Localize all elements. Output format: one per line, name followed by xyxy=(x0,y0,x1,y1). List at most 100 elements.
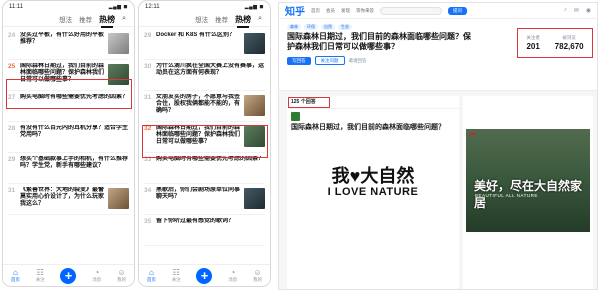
tab-label: 我的 xyxy=(253,277,263,282)
stat-followers: 关注者 201 xyxy=(526,35,540,51)
avatar-icon[interactable]: ◉ xyxy=(586,7,591,14)
rank-number: 29 xyxy=(8,156,16,163)
answer-paragraph xyxy=(466,236,590,288)
answer-paragraph xyxy=(466,99,590,126)
list-item[interactable]: 34 黑歌后，你们会剧场原单位同事聊天吗？ xyxy=(144,184,265,215)
forest-photo: 美好，尽在大自然家居 BEAUTIFUL ALL NATURE xyxy=(466,129,590,232)
item-title: 留下你听过最有感觉的歌词？ xyxy=(156,218,235,224)
bottom-tab-bar: ⌂ 首页 ☷ 关注 + ◔ 消息 ☺ 我的 xyxy=(139,264,270,286)
message-icon[interactable]: ✉ xyxy=(574,7,579,14)
photo-subtitle: BEAUTIFUL ALL NATURE xyxy=(475,193,538,198)
promo-image: 我♥大自然 I LOVE NATURE xyxy=(287,138,459,226)
item-title: 没买过平板，有什么好用的平板推荐？ xyxy=(20,32,105,46)
signal-icon: ▂▄▆ ◼ xyxy=(244,3,264,10)
list-item[interactable]: 29 Docker 和 K8S 有什么区别？ xyxy=(144,29,265,60)
item-title: 黑歌后，你们会剧场原单位同事聊天吗？ xyxy=(156,187,241,201)
user-icon: ☺ xyxy=(253,268,262,277)
rank-number: 34 xyxy=(144,187,152,194)
bell-icon[interactable]: ♪ xyxy=(564,7,567,14)
nav-discover[interactable]: 发现 xyxy=(341,8,350,14)
rank-number: 24 xyxy=(8,32,16,39)
tab-messages[interactable]: ◔ 消息 xyxy=(228,268,237,283)
tab-home[interactable]: ⌂ 首页 xyxy=(11,268,20,283)
rank-number: 31 xyxy=(144,94,152,101)
list-item[interactable]: 28 有没有什么百元内的耳机分享？适合学生党用吗？ xyxy=(8,122,129,153)
phone-screen-right: 12:11 ▂▄▆ ◼ 想法 推荐 热榜 ⌕ 29 Docker 和 K8S 有… xyxy=(138,0,271,287)
item-thumbnail xyxy=(108,188,129,209)
top-nav: 想法 推荐 热榜 ⌕ xyxy=(139,12,270,28)
status-bar: 11:11 ▂▄▆ ◼ xyxy=(3,1,134,12)
item-thumbnail xyxy=(244,95,265,116)
nav-waiting[interactable]: 等你来答 xyxy=(356,8,374,14)
tab-hot[interactable]: 热榜 xyxy=(235,14,251,28)
rank-number: 32 xyxy=(144,125,152,132)
item-thumbnail xyxy=(244,188,265,209)
stat-value: 782,670 xyxy=(554,42,584,51)
bell-icon: ◔ xyxy=(230,268,236,277)
tab-recommend[interactable]: 推荐 xyxy=(79,14,92,24)
item-title: 为什么滴川疯在全国大赛上没有赛事，运动员在这方面有何表现？ xyxy=(156,63,265,77)
list-item[interactable]: 24 没买过平板，有什么好用的平板推荐？ xyxy=(8,29,129,60)
item-title: 《繁善世界：大地的裂变》最警莫实用心价设计了，为什么玩家我这么？ xyxy=(20,187,105,208)
list-item[interactable]: 25 国际森林日期过，我们目前的森林面临哪些问题？保护森林我们日常可以做哪些事？ xyxy=(8,60,129,91)
nav-home[interactable]: 首页 xyxy=(311,8,320,14)
tab-follow[interactable]: ☷ 关注 xyxy=(172,268,181,283)
site-logo[interactable]: 知乎 xyxy=(285,3,305,18)
list-item[interactable]: 32 国际森林日期过，我们目前的森林面临哪些问题？保护森林我们日常可以做哪些事？ xyxy=(144,122,265,153)
status-bar: 12:11 ▂▄▆ ◼ xyxy=(139,1,270,12)
tab-ideas[interactable]: 想法 xyxy=(59,14,72,24)
follow-icon: ☷ xyxy=(36,268,44,277)
answer-list: 125 个回答 国际森林日期过，我们目前的森林面临哪些问题？ 我♥大自然 I L… xyxy=(287,96,459,289)
invite-button[interactable]: 邀请回答 xyxy=(349,58,367,64)
tab-recommend[interactable]: 推荐 xyxy=(215,14,228,24)
list-item[interactable]: 31 女朋友买的房子，不愿意与我签合住，股权我俩都能不能的，有确吗？ xyxy=(144,91,265,122)
list-item[interactable]: 35 留下你听过最有感觉的歌词？ xyxy=(144,215,265,246)
stat-value: 201 xyxy=(526,42,540,51)
status-time: 12:11 xyxy=(145,3,160,10)
phone-screen-left: 11:11 ▂▄▆ ◼ 想法 推荐 热榜 ⌕ 24 没买过平板，有什么好用的平板… xyxy=(2,0,135,287)
list-item[interactable]: 33 购买电脑时有哪些需要优先考虑的因素？ xyxy=(144,153,265,184)
search-input[interactable] xyxy=(380,6,442,15)
topic-tag[interactable]: 环保 xyxy=(304,24,318,30)
tab-follow[interactable]: ☷ 关注 xyxy=(36,268,45,283)
promo-slogan: 我♥大自然 xyxy=(331,166,415,186)
list-item[interactable]: 29 想买个基础款事上手的相机，有什么推荐吗？学生党，新手有哪些建议？ xyxy=(8,153,129,184)
promo-english: I LOVE NATURE xyxy=(327,186,419,198)
topic-tag[interactable]: 生态 xyxy=(338,24,352,30)
rank-number: 25 xyxy=(8,63,16,70)
topic-tag[interactable]: 森林 xyxy=(287,24,301,30)
topic-tag[interactable]: 自然 xyxy=(321,24,335,30)
tab-hot[interactable]: 热榜 xyxy=(99,14,115,28)
avatar[interactable] xyxy=(291,112,300,121)
top-nav: 想法 推荐 热榜 ⌕ xyxy=(3,12,134,28)
item-title: 有没有什么百元内的耳机分享？适合学生党用吗？ xyxy=(20,125,129,139)
tab-home[interactable]: ⌂ 首页 xyxy=(147,268,156,283)
create-button[interactable]: + xyxy=(196,267,213,284)
list-item[interactable]: 31 《繁善世界：大地的裂变》最警莫实用心价设计了，为什么玩家我这么？ xyxy=(8,184,129,215)
tab-profile[interactable]: ☺ 我的 xyxy=(253,268,262,283)
question-card: 森林 环保 自然 生态 国际森林日期过，我们目前的森林面临哪些问题？保护森林我们… xyxy=(279,19,597,91)
tab-messages[interactable]: ◔ 消息 xyxy=(92,268,101,283)
tab-label: 首页 xyxy=(146,277,156,282)
search-icon[interactable]: ⌕ xyxy=(122,15,126,23)
list-item[interactable]: 27 购买电脑时有哪些需要优先考虑的因素？ xyxy=(8,91,129,122)
status-time: 11:11 xyxy=(9,3,24,10)
list-item[interactable]: 30 为什么滴川疯在全国大赛上没有赛事，运动员在这方面有何表现？ xyxy=(144,60,265,91)
create-button[interactable]: + xyxy=(60,267,77,284)
rank-number: 33 xyxy=(144,156,152,163)
write-answer-button[interactable]: 写回答 xyxy=(287,56,311,65)
item-title: 购买电脑时有哪些需要优先考虑的因素？ xyxy=(156,156,265,162)
tab-label: 消息 xyxy=(92,277,102,282)
search-icon[interactable]: ⌕ xyxy=(258,15,262,23)
answer-author-row xyxy=(287,109,459,121)
follow-question-button[interactable]: 关注问题 xyxy=(314,56,345,65)
tab-profile[interactable]: ☺ 我的 xyxy=(117,268,126,283)
tab-ideas[interactable]: 想法 xyxy=(195,14,208,24)
follow-icon: ☷ xyxy=(172,268,180,277)
question-stats: 关注者 201 被浏览 782,670 xyxy=(519,29,591,57)
nav-vip[interactable]: 会员 xyxy=(326,8,335,14)
web-page: 知乎 首页 会员 发现 等你来答 提问 ♪ ✉ ◉ 森林 环保 自然 生态 国际… xyxy=(278,2,598,290)
hot-list: 24 没买过平板，有什么好用的平板推荐？ 25 国际森林日期过，我们目前的森林面… xyxy=(3,27,134,217)
ask-button[interactable]: 提问 xyxy=(448,6,467,15)
question-title: 国际森林日期过，我们目前的森林面临哪些问题？保护森林我们日常可以做哪些事？ xyxy=(287,32,471,51)
